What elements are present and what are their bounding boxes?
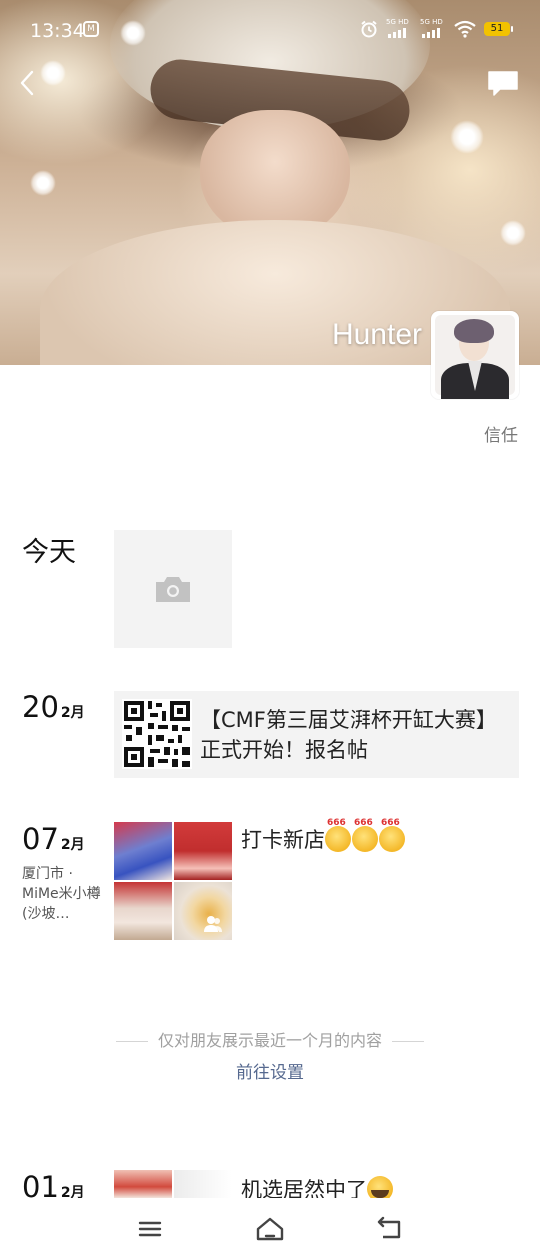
post-camera-placeholder[interactable] [114, 530, 232, 648]
status-icons: 5G HD 5G HD 51 [360, 18, 513, 38]
photo-thumbnail[interactable] [114, 1170, 172, 1198]
status-time: 13:34 [30, 20, 85, 42]
post-month: 2月 [60, 837, 85, 853]
wifi-icon [454, 20, 476, 38]
shared-link-card[interactable]: 【CMF第三届艾湃杯开缸大赛】正式开始！报名帖 [114, 691, 519, 778]
profile-signature: 信任 [484, 426, 518, 446]
system-nav-bar [0, 1198, 540, 1260]
cover-art-flower [30, 170, 56, 196]
profile-name: Hunter [331, 318, 422, 351]
post-location[interactable]: 厦门市 · MiMe米小樽(沙坡… [22, 864, 106, 924]
divider [392, 1041, 424, 1042]
back-icon[interactable] [373, 1214, 407, 1244]
network-label: 5G HD [420, 18, 443, 26]
chat-bubble-icon[interactable] [486, 68, 520, 98]
home-icon[interactable] [253, 1214, 287, 1244]
status-bar: 13:34 M 5G HD 5G HD 51 [0, 0, 540, 60]
post-month: 2月 [60, 705, 85, 721]
666-emoji [352, 818, 378, 852]
go-to-settings-link[interactable]: 前往设置 [0, 1058, 540, 1083]
post-caption: 打卡新店 [241, 828, 325, 852]
post-day: 20 [22, 690, 59, 724]
post-text: 打卡新店 [241, 818, 406, 854]
cover-art-flower [450, 120, 484, 154]
privacy-text: 仅对朋友展示最近一个月的内容 [157, 1031, 382, 1050]
date-today: 今天 [22, 537, 76, 568]
chevron-left-icon[interactable] [14, 68, 44, 98]
cover-art-flower [500, 220, 526, 246]
post-date: 07 2月 [22, 822, 85, 856]
battery-icon: 51 [484, 22, 513, 36]
divider [115, 1041, 148, 1042]
network-label: 5G HD [386, 18, 409, 26]
signal-icon: 5G HD [420, 18, 446, 38]
shared-link-title: 【CMF第三届艾湃杯开缸大赛】正式开始！报名帖 [200, 708, 497, 762]
people-icon [204, 916, 222, 932]
post-day: 07 [22, 822, 59, 856]
666-emoji [379, 818, 405, 852]
photo-thumbnail [114, 822, 172, 880]
camera-icon [156, 577, 190, 602]
avatar[interactable] [431, 311, 519, 399]
photo-grid[interactable] [114, 822, 232, 940]
menu-icon[interactable] [133, 1214, 167, 1244]
photo-thumbnail [174, 822, 232, 880]
photo-thumbnail [114, 882, 172, 940]
qr-code-thumbnail [122, 699, 192, 769]
post-date: 20 2月 [22, 690, 85, 724]
privacy-notice: 仅对朋友展示最近一个月的内容 [0, 1027, 540, 1051]
alarm-icon [361, 20, 377, 38]
666-emoji [325, 818, 351, 852]
app-notification-icon: M [83, 21, 99, 37]
signal-icon: 5G HD [386, 18, 412, 38]
photo-thumbnail[interactable] [174, 1170, 232, 1198]
